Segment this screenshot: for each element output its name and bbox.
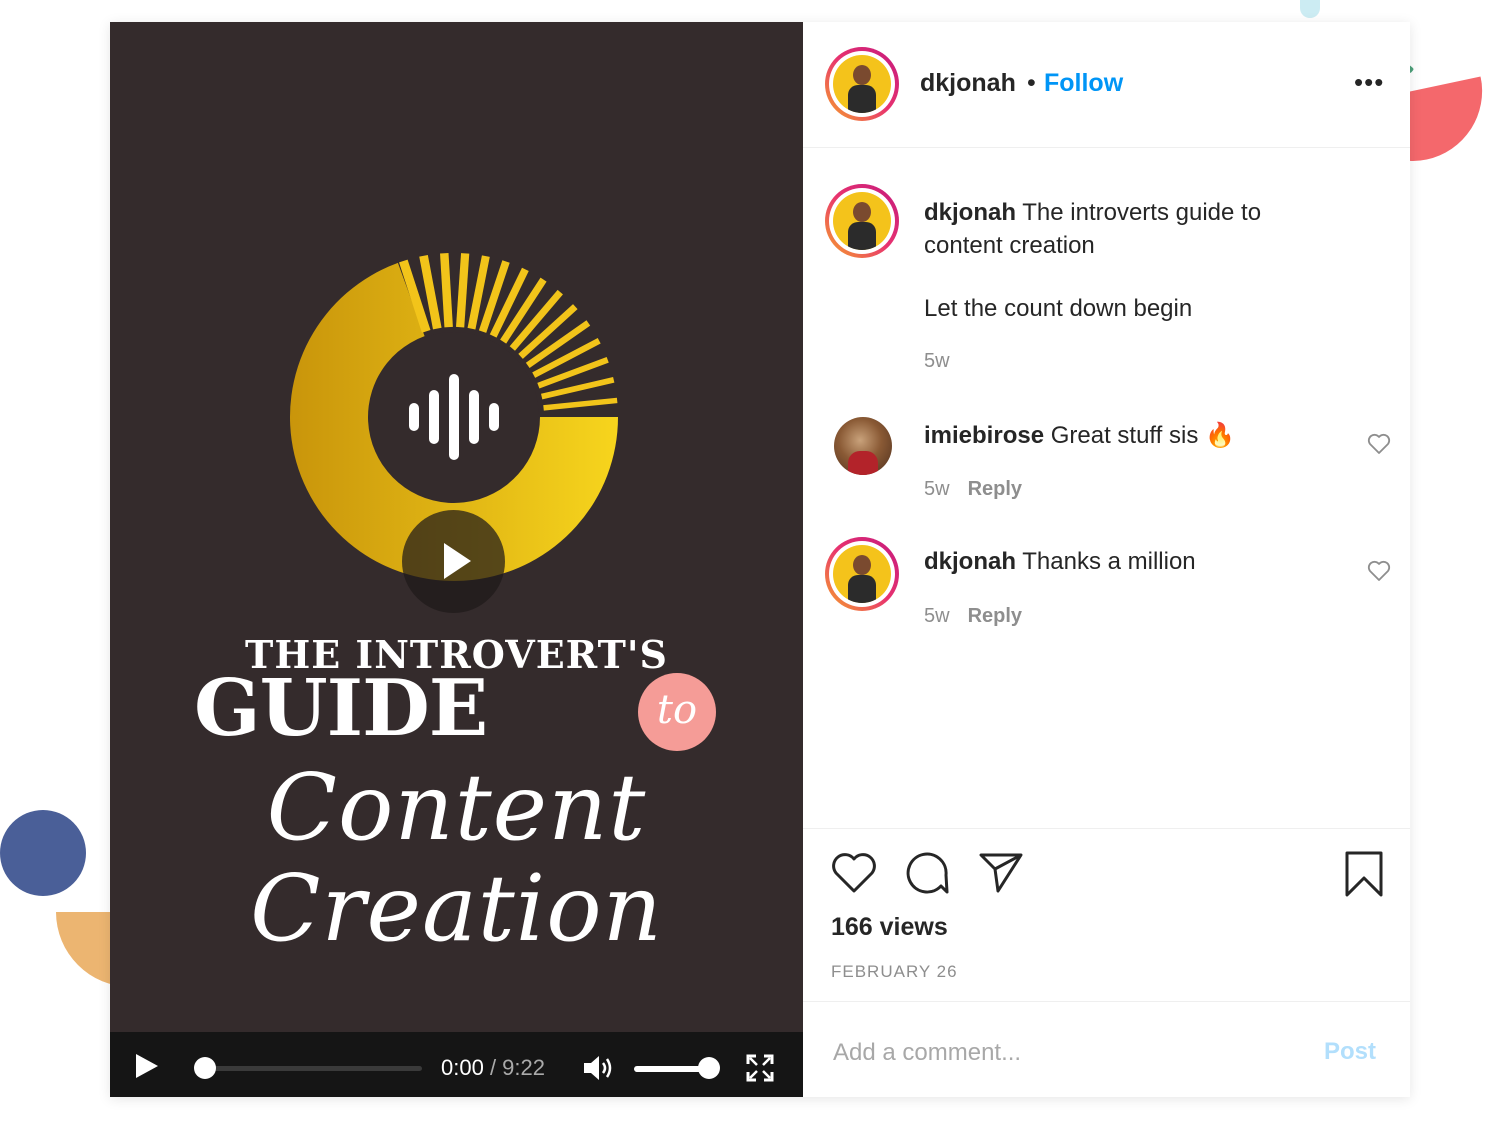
comment-time: 5w: [924, 478, 950, 500]
caption-text: dkjonah The introverts guide to content …: [924, 196, 1344, 262]
decor-cyan-dot: [1300, 0, 1320, 18]
video-title-line2: GUIDE: [194, 663, 488, 754]
views-count: 166 views: [831, 913, 948, 941]
caption-username[interactable]: dkjonah: [924, 199, 1016, 226]
sound-wave-bar: [469, 390, 479, 444]
comment-like-icon[interactable]: [1367, 433, 1391, 455]
current-time: 0:00: [441, 1055, 484, 1080]
sound-wave-bar: [429, 390, 439, 444]
volume-icon[interactable]: [582, 1054, 616, 1082]
duration: / 9:22: [489, 1055, 545, 1080]
header-username[interactable]: dkjonah: [920, 69, 1016, 98]
comment-icon[interactable]: [903, 850, 949, 896]
post-footer: 166 views FEBRUARY 26 Post: [803, 828, 1410, 1098]
comment-like-icon[interactable]: [1367, 560, 1391, 582]
video-player[interactable]: THE INTROVERT'S GUIDE to Content Creatio…: [110, 22, 803, 1097]
logo-ray: [456, 253, 470, 328]
comment-body: Thanks a million: [1022, 548, 1196, 575]
caption-line2: Let the count down begin: [924, 295, 1193, 322]
sound-wave-bar: [489, 403, 499, 431]
comment-meta: 5w Reply: [924, 605, 1022, 628]
comment-avatar-imiebirose[interactable]: [834, 417, 892, 475]
volume-knob[interactable]: [698, 1057, 720, 1079]
logo-ray: [440, 253, 453, 328]
heart-icon[interactable]: [831, 852, 877, 894]
comment-avatar-dkjonah[interactable]: [825, 537, 899, 611]
logo-ray: [543, 397, 618, 411]
separator-dot: •: [1027, 69, 1036, 97]
sound-wave-bar: [449, 374, 459, 460]
follow-button[interactable]: Follow: [1044, 69, 1123, 98]
play-overlay-button[interactable]: [402, 510, 505, 613]
caption-avatar[interactable]: [825, 184, 899, 258]
volume-slider[interactable]: [634, 1066, 706, 1072]
progress-knob[interactable]: [194, 1057, 216, 1079]
post-date: FEBRUARY 26: [831, 962, 958, 981]
reply-button[interactable]: Reply: [968, 478, 1022, 500]
sound-wave-bar: [409, 403, 419, 431]
share-icon[interactable]: [978, 851, 1024, 893]
comment-time: 5w: [924, 605, 950, 627]
caption-time: 5w: [924, 350, 950, 372]
post-details: dkjonah • Follow ••• dkjonah The introve…: [803, 22, 1410, 1097]
video-title-to: to: [638, 673, 716, 751]
progress-bar[interactable]: [196, 1066, 422, 1071]
more-icon[interactable]: •••: [1354, 69, 1384, 95]
time-display: 0:00 / 9:22: [441, 1055, 545, 1081]
play-icon[interactable]: [136, 1054, 158, 1078]
post-button[interactable]: Post: [1324, 1038, 1376, 1066]
reply-button[interactable]: Reply: [968, 605, 1022, 627]
video-title-line3: Content Creation: [250, 754, 663, 963]
add-comment-bar: Post: [803, 1001, 1410, 1099]
avatar[interactable]: [825, 47, 899, 121]
comment-text: imiebirose Great stuff sis 🔥: [924, 421, 1235, 450]
post-card: THE INTROVERT'S GUIDE to Content Creatio…: [110, 22, 1410, 1097]
post-header: dkjonah • Follow •••: [803, 22, 1410, 148]
decor-blue-circle: [0, 810, 86, 896]
comment-username[interactable]: imiebirose: [924, 422, 1044, 449]
bookmark-icon[interactable]: [1344, 850, 1384, 898]
comment-input[interactable]: [831, 1038, 1295, 1068]
comment-meta: 5w Reply: [924, 478, 1022, 501]
comment-username[interactable]: dkjonah: [924, 548, 1016, 575]
video-controls: 0:00 / 9:22: [110, 1032, 803, 1097]
comment-body: Great stuff sis 🔥: [1050, 422, 1235, 449]
comment-text: dkjonah Thanks a million: [924, 548, 1196, 576]
fullscreen-icon[interactable]: [746, 1054, 774, 1082]
